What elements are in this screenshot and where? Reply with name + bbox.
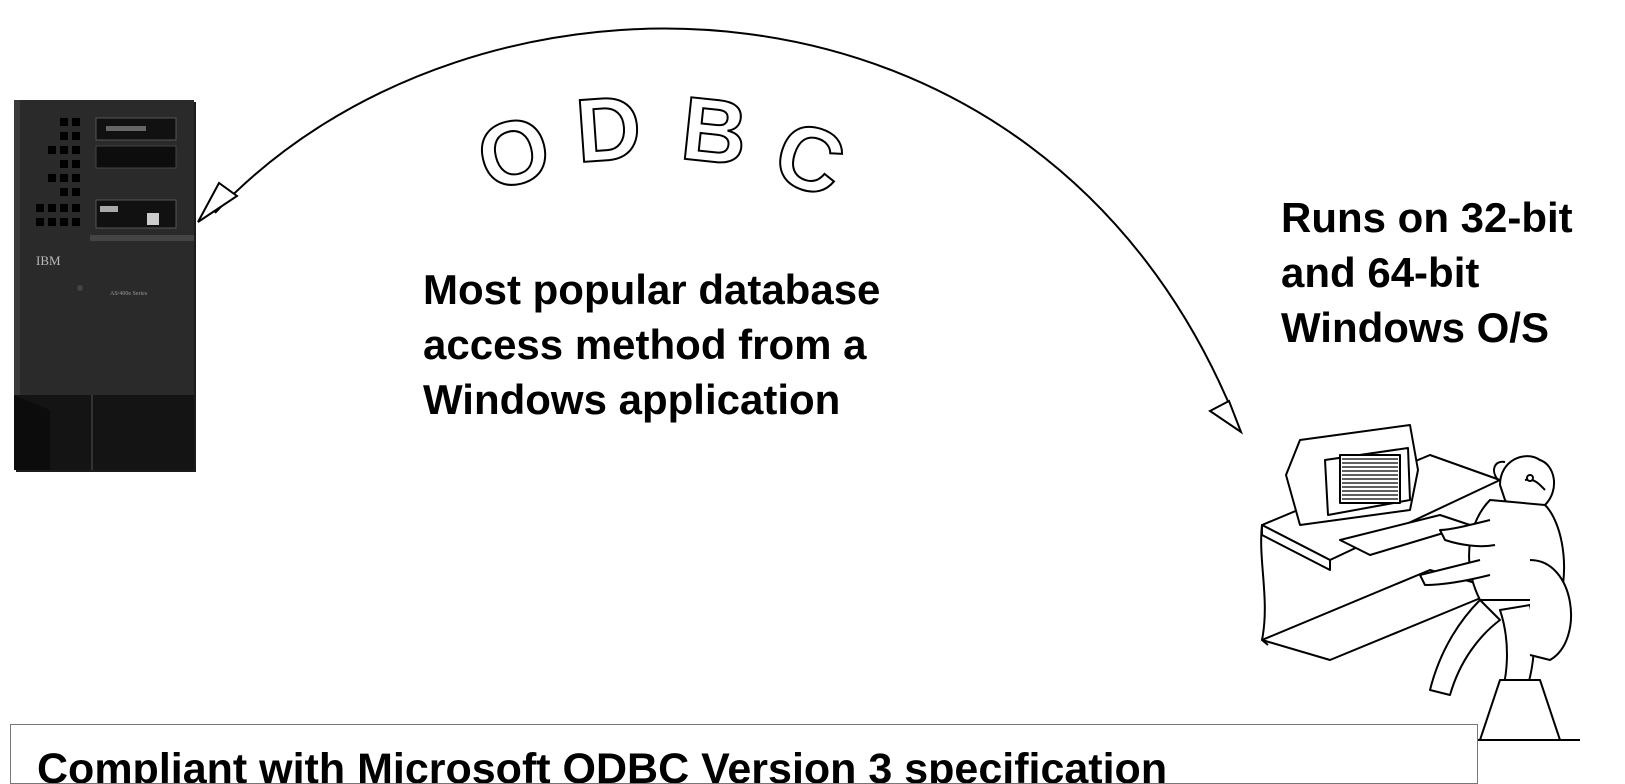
compliance-box: Compliant with Microsoft ODBC Version 3 … [10,724,1478,784]
platform-line: and 64-bit [1281,249,1480,296]
description-text: Most popular database access method from… [423,262,880,427]
server-tower-icon: IBM AS/400e Series [14,100,196,472]
compliance-text: Compliant with Microsoft ODBC Version 3 … [37,745,1168,784]
platform-line: Runs on 32-bit [1281,194,1573,241]
description-line: Most popular database [423,266,881,313]
server-brand: IBM [36,253,61,268]
description-line: access method from a [423,321,867,368]
platform-line: Windows O/S [1281,304,1549,351]
description-line: Windows application [423,376,841,423]
platform-text: Runs on 32-bit and 64-bit Windows O/S [1281,190,1573,355]
server-model: AS/400e Series [110,291,148,297]
odbc-letter-c: C [763,102,856,217]
odbc-letter-o: O [468,97,560,211]
workstation-user-icon [1260,424,1580,741]
arrowhead-left [197,181,239,223]
arrowhead-right [1208,399,1244,435]
odbc-label: O D B C [467,77,857,218]
odbc-letter-b: B [677,79,752,185]
odbc-letter-d: D [573,78,645,182]
